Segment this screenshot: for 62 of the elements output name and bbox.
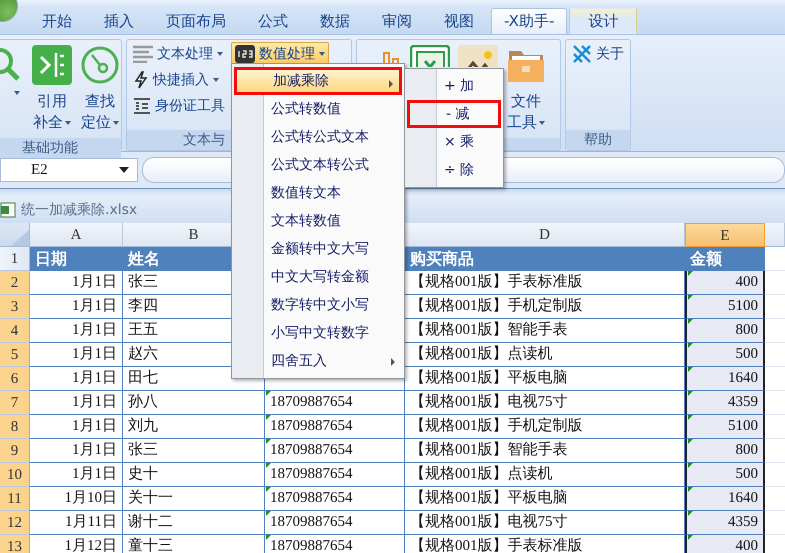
column-heading: 金额 <box>690 249 722 268</box>
cell-text: 1月12日 <box>64 538 117 553</box>
cell-text: 【规格001版】手表标准版 <box>410 274 582 290</box>
cell-text: 【规格001版】平板电脑 <box>410 370 568 386</box>
cell-text: 【规格001版】电视75寸 <box>410 514 568 530</box>
cell-text: 田七 <box>128 370 158 386</box>
cell-text: 【规格001版】电视75寸 <box>410 394 568 410</box>
cell-text: 【规格001版】手机定制版 <box>410 298 582 314</box>
cell-text: 1月1日 <box>72 298 117 314</box>
cell-text: 18709887654 <box>270 466 352 482</box>
cell-text: 【规格001版】智能手表 <box>410 322 568 338</box>
cell-text: 1640 <box>728 490 758 506</box>
column-heading: 姓名 <box>128 249 160 268</box>
cell-text: 【规格001版】手表标准版 <box>410 538 582 553</box>
cell-text: 1月1日 <box>72 442 117 458</box>
cell-text: 400 <box>736 538 758 553</box>
column-heading: 日期 <box>35 249 67 268</box>
cell-text: 5100 <box>728 298 758 314</box>
cell-text: 500 <box>736 346 758 362</box>
cell-text: 童十三 <box>128 538 173 553</box>
group-label: 基础功能 <box>0 138 121 158</box>
cell-text: 1640 <box>728 370 758 386</box>
cell-text: 关十一 <box>128 490 173 506</box>
cell-text: 5100 <box>728 418 758 434</box>
cell-text: 800 <box>736 322 758 338</box>
cell-text: 1月1日 <box>72 322 117 338</box>
cell-text: 孙八 <box>128 394 158 410</box>
cell-text: 谢十二 <box>128 514 173 530</box>
cell-text: 赵六 <box>128 346 158 362</box>
group-label: 帮助 <box>566 130 630 150</box>
cell-text: 18709887654 <box>270 418 352 434</box>
cell-text: 史十 <box>128 466 158 482</box>
cell-text: 张三 <box>128 442 158 458</box>
cell-text: 18709887654 <box>270 442 352 458</box>
cell-text: 李四 <box>128 298 158 314</box>
cell-text: 18709887654 <box>270 490 352 506</box>
cell-text: 18709887654 <box>270 538 352 553</box>
cell-text: 1月1日 <box>72 274 117 290</box>
cell-text: 18709887654 <box>270 514 352 530</box>
cell-text: 1月1日 <box>72 394 117 410</box>
cell-text: 1月1日 <box>72 346 117 362</box>
cell-text: 【规格001版】智能手表 <box>410 442 568 458</box>
cell-text: 【规格001版】手机定制版 <box>410 418 582 434</box>
cell-text: 400 <box>736 274 758 290</box>
cell-text: 500 <box>736 466 758 482</box>
column-heading: 购买商品 <box>410 249 474 268</box>
cell-text: 1月1日 <box>72 370 117 386</box>
cell-text: 张三 <box>128 274 158 290</box>
cell-text: 【规格001版】点读机 <box>410 346 552 362</box>
cell-text: 800 <box>736 442 758 458</box>
cell-text: 4359 <box>728 394 758 410</box>
cell-text: 王五 <box>128 322 158 338</box>
cell-text: 1月1日 <box>72 418 117 434</box>
cell-text: 刘九 <box>128 418 158 434</box>
cell-text: 1月10日 <box>64 490 117 506</box>
cell-text: 【规格001版】平板电脑 <box>410 490 568 506</box>
workbook-title: 统一加减乘除.xlsx <box>21 201 138 219</box>
cell-text: 1月1日 <box>72 466 117 482</box>
cell-text: 【规格001版】点读机 <box>410 466 552 482</box>
cell-text: 18709887654 <box>270 394 352 410</box>
cell-text: 4359 <box>728 514 758 530</box>
cell-text: 1月11日 <box>65 514 117 530</box>
